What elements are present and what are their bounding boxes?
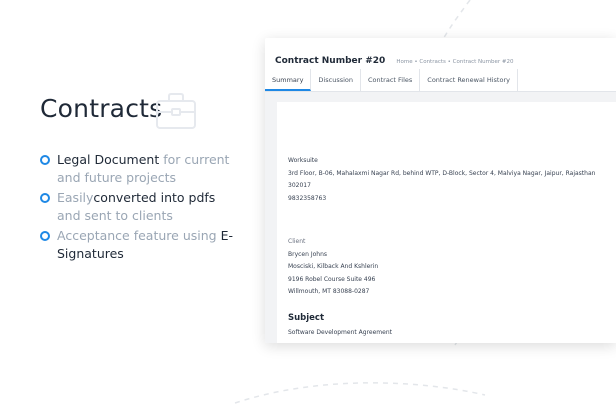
worksuite-address-line2: 302017 <box>288 182 311 189</box>
feature-text: Legal Document <box>57 152 160 167</box>
contract-title: Contract Number #20 <box>275 56 386 66</box>
card-header: Contract Number #20 Home • Contracts • C… <box>275 48 513 67</box>
worksuite-address-line1: 3rd Floor, B-06, Mahalaxmi Nagar Rd, beh… <box>288 170 596 177</box>
subject-value: Software Development Agreement <box>288 329 392 336</box>
feature-text: and sent to clients <box>57 208 173 223</box>
worksuite-phone: 9832358763 <box>288 195 327 202</box>
feature-text: Acceptance feature using <box>57 228 221 243</box>
section-heading-group: Contracts <box>40 93 196 129</box>
worksuite-label: Worksuite <box>288 157 318 164</box>
tab-summary[interactable]: Summary <box>265 69 312 91</box>
feature-item: Easilyconverted into pdfs and sent to cl… <box>40 189 240 225</box>
section-heading: Contracts <box>40 94 163 123</box>
breadcrumb: Home • Contracts • Contract Number #20 <box>396 59 514 65</box>
tab-contract-files[interactable]: Contract Files <box>361 69 421 91</box>
contract-tabs: Summary Discussion Contract Files Contract … <box>265 69 616 92</box>
client-city: Willmouth, MT 83088-0287 <box>288 288 370 295</box>
circle-bullet-icon <box>40 193 50 203</box>
feature-item: Acceptance feature using E-Signatures <box>40 227 240 263</box>
client-label: Client <box>288 238 306 245</box>
contract-screenshot-card: Contract Number #20 Home • Contracts • C… <box>265 38 616 343</box>
circle-bullet-icon <box>40 231 50 241</box>
subject-label: Subject <box>288 313 325 323</box>
feature-list: Legal Document for current and future pr… <box>40 151 240 265</box>
feature-item: Legal Document for current and future pr… <box>40 151 240 187</box>
feature-text: converted into pdfs <box>93 190 216 205</box>
circle-bullet-icon <box>40 155 50 165</box>
client-company: Mosciski, Kilback And Kshlerin <box>288 263 379 270</box>
tab-contract-renewal-history[interactable]: Contract Renewal History <box>420 69 518 91</box>
contract-document: Worksuite 3rd Floor, B-06, Mahalaxmi Nag… <box>277 102 616 343</box>
client-street: 9196 Robel Course Suite 496 <box>288 276 376 283</box>
tab-discussion[interactable]: Discussion <box>311 69 361 91</box>
feature-text: Easily <box>57 190 94 205</box>
client-name: Brycen Johns <box>288 251 328 258</box>
briefcase-icon <box>156 93 196 129</box>
